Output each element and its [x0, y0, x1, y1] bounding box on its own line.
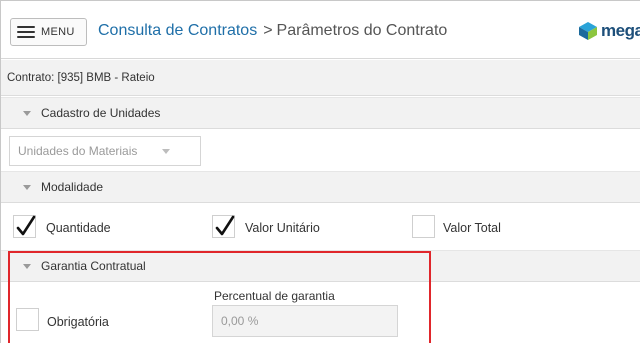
menu-label: MENU	[41, 26, 75, 38]
checkbox-valor-total[interactable]	[412, 215, 435, 238]
checkbox-label-valor-unitario: Valor Unitário	[245, 221, 320, 235]
checkbox-quantidade[interactable]	[13, 215, 36, 238]
checkmark-icon	[215, 215, 235, 236]
contract-info-bar: Contrato: [935] BMB - Rateio	[1, 60, 640, 96]
brand-logo: mega	[578, 21, 640, 41]
logo-text: mega	[601, 21, 640, 40]
caret-down-icon	[23, 110, 31, 116]
checkmark-icon	[16, 215, 36, 236]
hamburger-icon	[17, 26, 35, 38]
page-title: Parâmetros do Contrato	[276, 22, 448, 39]
contract-label: Contrato: [935] BMB - Rateio	[7, 71, 155, 84]
percent-guarantee-label: Percentual de garantia	[214, 289, 335, 303]
units-select-value: Unidades do Materiais	[18, 144, 138, 158]
breadcrumb-separator: >	[263, 22, 273, 39]
breadcrumb-link-contracts[interactable]: Consulta de Contratos	[98, 22, 257, 39]
section-header-units[interactable]: Cadastro de Unidades	[1, 97, 640, 129]
menu-button[interactable]: MENU	[10, 18, 87, 46]
caret-down-icon	[23, 184, 31, 190]
units-select[interactable]: Unidades do Materiais	[9, 136, 201, 166]
section-title-units: Cadastro de Unidades	[41, 106, 161, 120]
percent-guarantee-value: 0,00 %	[221, 314, 259, 328]
caret-down-icon	[23, 263, 31, 269]
select-chevron-down-icon	[162, 149, 170, 154]
section-header-guarantee[interactable]: Garantia Contratual	[1, 250, 640, 282]
checkbox-label-obrigatoria: Obrigatória	[47, 315, 109, 329]
logo-mark-icon	[579, 22, 597, 40]
percent-guarantee-input[interactable]: 0,00 %	[212, 305, 398, 337]
breadcrumb: Consulta de Contratos > Parâmetros do Cont…	[98, 22, 447, 40]
section-title-modality: Modalidade	[41, 180, 104, 194]
checkbox-label-quantidade: Quantidade	[46, 221, 111, 235]
checkbox-label-valor-total: Valor Total	[443, 221, 501, 235]
top-header: MENU Consulta de Contratos > Parâmetros do…	[1, 1, 640, 59]
checkbox-obrigatoria[interactable]	[16, 308, 39, 331]
section-title-guarantee: Garantia Contratual	[41, 259, 146, 273]
section-header-modality[interactable]: Modalidade	[1, 171, 640, 203]
checkbox-valor-unitario[interactable]	[212, 215, 235, 238]
